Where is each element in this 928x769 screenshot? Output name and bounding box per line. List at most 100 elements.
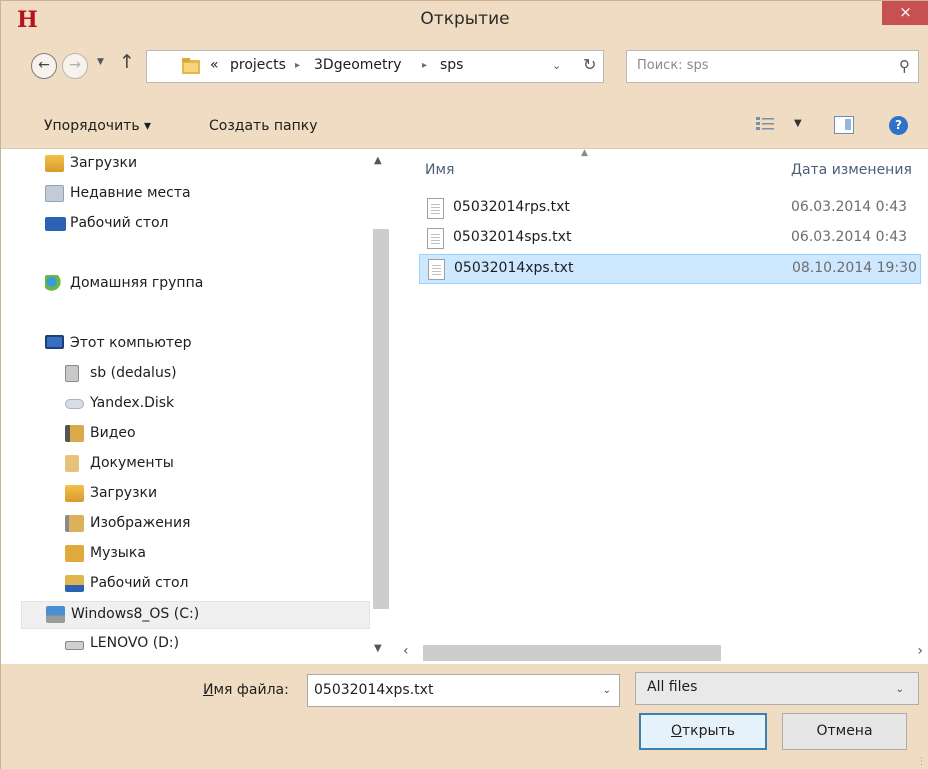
nav-item-label: Загрузки bbox=[70, 155, 138, 171]
column-header-date-modified[interactable]: Дата изменения bbox=[791, 162, 912, 178]
search-icon[interactable]: ⚲ bbox=[899, 57, 910, 75]
file-type-value: All files bbox=[647, 679, 698, 695]
nav-item-label: Недавние места bbox=[70, 185, 191, 201]
nav-item-this-pc[interactable]: Этот компьютер bbox=[45, 331, 370, 359]
nav-item-label: Музыка bbox=[90, 545, 146, 561]
command-bar: Упорядочить ▾ Создать папку ▼ ? bbox=[1, 101, 928, 149]
filename-label-accesskey: И bbox=[203, 682, 214, 698]
up-folder-button[interactable]: ↑ bbox=[119, 51, 135, 73]
downloads-folder-icon bbox=[45, 155, 64, 172]
pictures-folder-icon bbox=[65, 515, 84, 532]
back-button[interactable]: ← bbox=[31, 53, 57, 79]
filename-value: 05032014xps.txt bbox=[314, 682, 434, 698]
file-name: 05032014rps.txt bbox=[453, 199, 570, 215]
preview-pane-icon[interactable] bbox=[834, 116, 854, 134]
chevron-down-icon[interactable]: ⌄ bbox=[896, 684, 904, 695]
refresh-icon[interactable]: ↻ bbox=[583, 55, 596, 74]
breadcrumb-3dgeometry[interactable]: 3Dgeometry bbox=[314, 57, 402, 73]
address-bar-row: ← → ▼ ↑ « projects ▸ 3Dgeometry ▸ sps ⌄ … bbox=[1, 39, 928, 101]
file-name: 05032014xps.txt bbox=[454, 260, 574, 276]
breadcrumb-separator-icon[interactable]: ▸ bbox=[422, 60, 427, 71]
new-folder-button[interactable]: Создать папку bbox=[209, 118, 318, 134]
scroll-left-icon[interactable]: ‹ bbox=[403, 643, 409, 659]
breadcrumb-separator-icon[interactable]: ▸ bbox=[295, 60, 300, 71]
nav-item-label: Видео bbox=[90, 425, 136, 441]
recent-locations-dropdown[interactable]: ▼ bbox=[97, 57, 104, 67]
network-drive-icon bbox=[65, 365, 79, 382]
view-options-icon[interactable] bbox=[756, 116, 774, 132]
file-type-select[interactable]: All files ⌄ bbox=[635, 672, 919, 705]
view-dropdown-icon[interactable]: ▼ bbox=[794, 118, 802, 129]
search-input[interactable]: Поиск: sps ⚲ bbox=[626, 50, 919, 83]
nav-item-label: Yandex.Disk bbox=[90, 395, 175, 411]
nav-item-label: LENOVO (D:) bbox=[90, 635, 180, 651]
text-file-icon bbox=[427, 198, 444, 219]
breadcrumb-projects[interactable]: projects bbox=[230, 57, 286, 73]
breadcrumb-sps[interactable]: sps bbox=[440, 57, 463, 73]
nav-scrollbar-thumb[interactable] bbox=[373, 229, 389, 609]
scroll-up-icon[interactable]: ▲ bbox=[374, 155, 382, 166]
filename-label: Имя файла: bbox=[203, 682, 289, 698]
disk-drive-icon bbox=[65, 641, 84, 650]
filename-input[interactable]: 05032014xps.txt ⌄ bbox=[307, 674, 620, 707]
nav-item-label: Рабочий стол bbox=[70, 215, 169, 231]
nav-item-recent-places[interactable]: Недавние места bbox=[45, 181, 370, 209]
open-button[interactable]: Открыть bbox=[639, 713, 767, 750]
path-breadcrumb[interactable]: « projects ▸ 3Dgeometry ▸ sps ⌄ ↻ bbox=[146, 50, 604, 83]
close-button[interactable]: × bbox=[882, 1, 928, 25]
file-row[interactable]: 05032014sps.txt 06.03.2014 0:43 bbox=[419, 224, 921, 254]
scroll-right-icon[interactable]: › bbox=[917, 643, 923, 659]
file-row-selected[interactable]: 05032014xps.txt 08.10.2014 19:30 bbox=[419, 254, 921, 284]
file-row[interactable]: 05032014rps.txt 06.03.2014 0:43 bbox=[419, 194, 921, 224]
downloads-folder-icon bbox=[65, 485, 84, 502]
text-file-icon bbox=[427, 228, 444, 249]
nav-item-label: Документы bbox=[90, 455, 174, 471]
nav-item-yandex-disk[interactable]: Yandex.Disk bbox=[65, 391, 390, 419]
nav-item-label: Этот компьютер bbox=[70, 335, 192, 351]
music-folder-icon bbox=[65, 545, 84, 562]
breadcrumb-overflow[interactable]: « bbox=[210, 57, 219, 73]
open-file-dialog: Н Открытие × ← → ▼ ↑ « projects ▸ 3Dgeom… bbox=[0, 0, 928, 769]
nav-item-music[interactable]: Музыка bbox=[65, 541, 390, 569]
documents-folder-icon bbox=[65, 455, 79, 472]
file-list[interactable]: Имя ▲ Дата изменения 05032014rps.txt 06.… bbox=[391, 148, 928, 664]
nav-item-network-drive[interactable]: sb (dedalus) bbox=[65, 361, 390, 389]
cancel-button[interactable]: Отмена bbox=[782, 713, 907, 750]
forward-button[interactable]: → bbox=[62, 53, 88, 79]
horizontal-scrollbar[interactable]: ‹ › bbox=[391, 641, 928, 664]
open-label: ткрыть bbox=[682, 723, 735, 739]
file-date: 06.03.2014 0:43 bbox=[791, 229, 908, 245]
recent-places-icon bbox=[45, 185, 64, 202]
organize-button[interactable]: Упорядочить ▾ bbox=[44, 118, 151, 134]
nav-item-pictures[interactable]: Изображения bbox=[65, 511, 390, 539]
computer-icon bbox=[45, 335, 64, 349]
desktop-icon bbox=[45, 217, 66, 231]
folder-icon bbox=[182, 58, 200, 74]
horizontal-scrollbar-thumb[interactable] bbox=[423, 645, 721, 661]
nav-item-documents[interactable]: Документы bbox=[65, 451, 390, 479]
text-file-icon bbox=[428, 259, 445, 280]
resize-grip-icon[interactable]: ⋮ bbox=[917, 757, 926, 767]
chevron-down-icon[interactable]: ⌄ bbox=[552, 59, 561, 72]
nav-item-label: sb (dedalus) bbox=[90, 365, 177, 381]
file-name: 05032014sps.txt bbox=[453, 229, 572, 245]
nav-item-homegroup[interactable]: Домашняя группа bbox=[45, 271, 370, 299]
scroll-down-icon[interactable]: ▼ bbox=[374, 643, 382, 654]
navigation-pane[interactable]: Загрузки Недавние места Рабочий стол Дом… bbox=[1, 149, 391, 664]
nav-item-windows-drive[interactable]: Windows8_OS (C:) bbox=[21, 601, 370, 629]
dialog-title: Открытие bbox=[420, 9, 510, 29]
homegroup-icon bbox=[45, 275, 64, 292]
nav-item-lenovo-drive[interactable]: LENOVO (D:) bbox=[65, 631, 390, 659]
nav-item-label: Рабочий стол bbox=[90, 575, 189, 591]
desktop-folder-icon bbox=[65, 575, 84, 592]
nav-item-downloads-2[interactable]: Загрузки bbox=[65, 481, 390, 509]
column-header-name[interactable]: Имя bbox=[425, 162, 454, 178]
chevron-down-icon[interactable]: ⌄ bbox=[603, 685, 611, 696]
nav-item-desktop[interactable]: Рабочий стол bbox=[45, 211, 370, 239]
title-bar[interactable]: Н Открытие × bbox=[1, 1, 928, 39]
help-icon[interactable]: ? bbox=[889, 116, 908, 135]
nav-item-desktop-2[interactable]: Рабочий стол bbox=[65, 571, 390, 599]
nav-item-videos[interactable]: Видео bbox=[65, 421, 390, 449]
nav-item-downloads[interactable]: Загрузки bbox=[45, 151, 370, 179]
filename-label-text: мя файла: bbox=[213, 682, 289, 698]
